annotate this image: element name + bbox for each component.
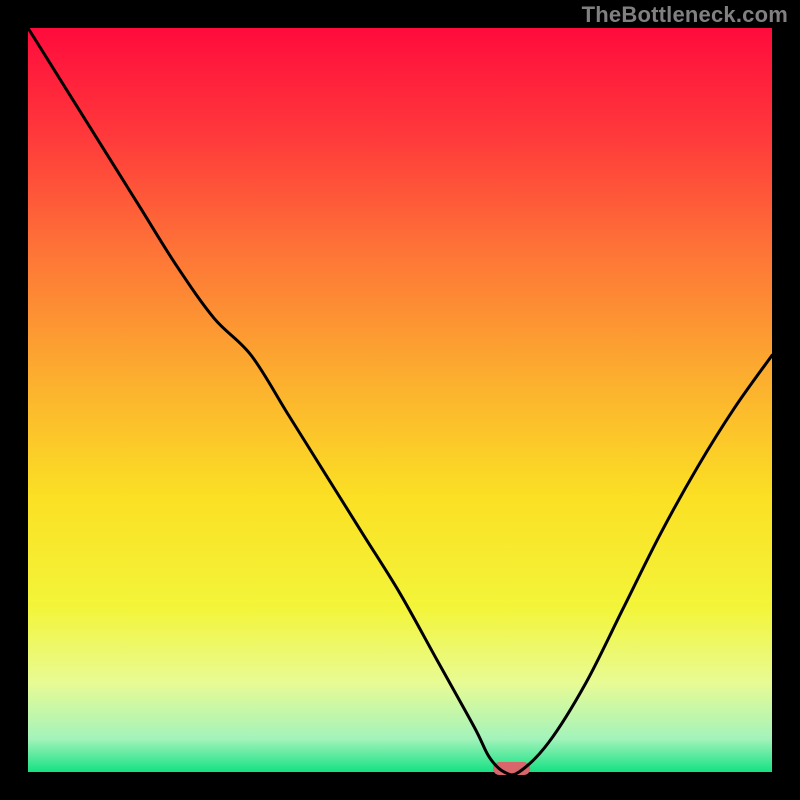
watermark-label: TheBottleneck.com <box>582 4 788 26</box>
chart-stage: TheBottleneck.com <box>0 0 800 800</box>
plot-background <box>28 28 772 772</box>
chart-svg <box>0 0 800 800</box>
